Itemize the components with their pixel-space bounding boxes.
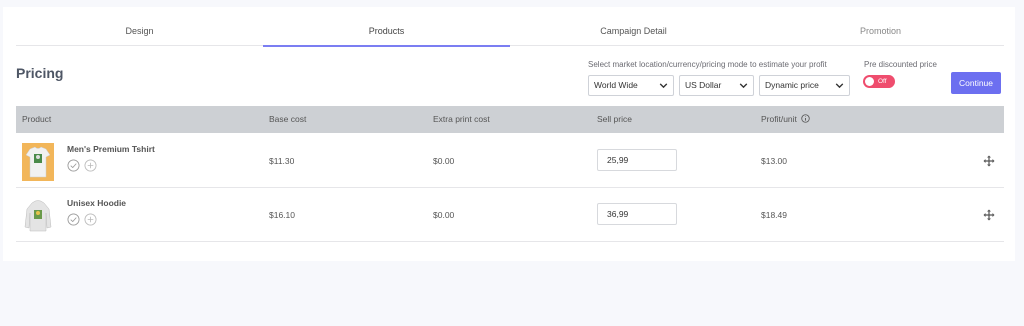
chevron-down-icon xyxy=(835,83,844,89)
toggle-text: Off xyxy=(878,78,887,85)
pricing-mode-select-value: Dynamic price xyxy=(765,80,819,90)
base-cost-value: $16.10 xyxy=(269,210,295,220)
tab-campaign-detail[interactable]: Campaign Detail xyxy=(510,7,757,46)
extra-print-value: $0.00 xyxy=(433,210,455,220)
continue-button[interactable]: Continue xyxy=(951,72,1001,94)
currency-select[interactable]: US Dollar xyxy=(679,75,754,96)
check-circle-icon[interactable] xyxy=(67,213,80,226)
pre-discount-toggle[interactable]: Off xyxy=(863,75,895,88)
header-sell-price: Sell price xyxy=(597,114,632,124)
header-profit: Profit/unit xyxy=(761,106,810,133)
pre-discount-label: Pre discounted price xyxy=(864,60,937,69)
market-select-value: World Wide xyxy=(594,80,638,90)
profit-value: $18.49 xyxy=(761,210,787,220)
toggle-knob xyxy=(865,77,874,86)
currency-select-value: US Dollar xyxy=(685,80,722,90)
info-icon[interactable] xyxy=(801,114,810,123)
hoodie-thumbnail xyxy=(22,197,54,235)
tab-products[interactable]: Products xyxy=(263,7,510,47)
tab-design[interactable]: Design xyxy=(16,7,263,46)
tab-promotion[interactable]: Promotion xyxy=(757,7,1004,46)
add-circle-icon[interactable] xyxy=(84,159,97,172)
tshirt-thumbnail xyxy=(22,143,54,181)
table-header: Product Base cost Extra print cost Sell … xyxy=(16,106,1004,133)
pricing-card: Design Products Campaign Detail Promotio… xyxy=(3,7,1015,261)
chevron-down-icon xyxy=(659,83,668,89)
table-row: Men's Premium Tshirt $11.30 $0.00 25,99 … xyxy=(16,134,1004,188)
header-extra-print: Extra print cost xyxy=(433,114,490,124)
table-row: Unisex Hoodie $16.10 $0.00 36,99 $18.49 xyxy=(16,188,1004,242)
chevron-down-icon xyxy=(739,83,748,89)
add-circle-icon[interactable] xyxy=(84,213,97,226)
product-name: Men's Premium Tshirt xyxy=(67,144,155,154)
estimate-label: Select market location/currency/pricing … xyxy=(588,60,827,69)
page-title: Pricing xyxy=(16,65,64,81)
check-circle-icon[interactable] xyxy=(67,159,80,172)
header-base-cost: Base cost xyxy=(269,114,307,124)
header-product: Product xyxy=(22,114,52,124)
step-tabs: Design Products Campaign Detail Promotio… xyxy=(16,7,1004,47)
market-select[interactable]: World Wide xyxy=(588,75,674,96)
base-cost-value: $11.30 xyxy=(269,156,295,166)
move-icon[interactable] xyxy=(983,209,995,221)
sell-price-input[interactable]: 25,99 xyxy=(597,149,677,171)
header-profit-label: Profit/unit xyxy=(761,114,797,124)
profit-value: $13.00 xyxy=(761,156,787,166)
product-name: Unisex Hoodie xyxy=(67,198,127,208)
pricing-mode-select[interactable]: Dynamic price xyxy=(759,75,850,96)
extra-print-value: $0.00 xyxy=(433,156,455,166)
move-icon[interactable] xyxy=(983,155,995,167)
sell-price-input[interactable]: 36,99 xyxy=(597,203,677,225)
